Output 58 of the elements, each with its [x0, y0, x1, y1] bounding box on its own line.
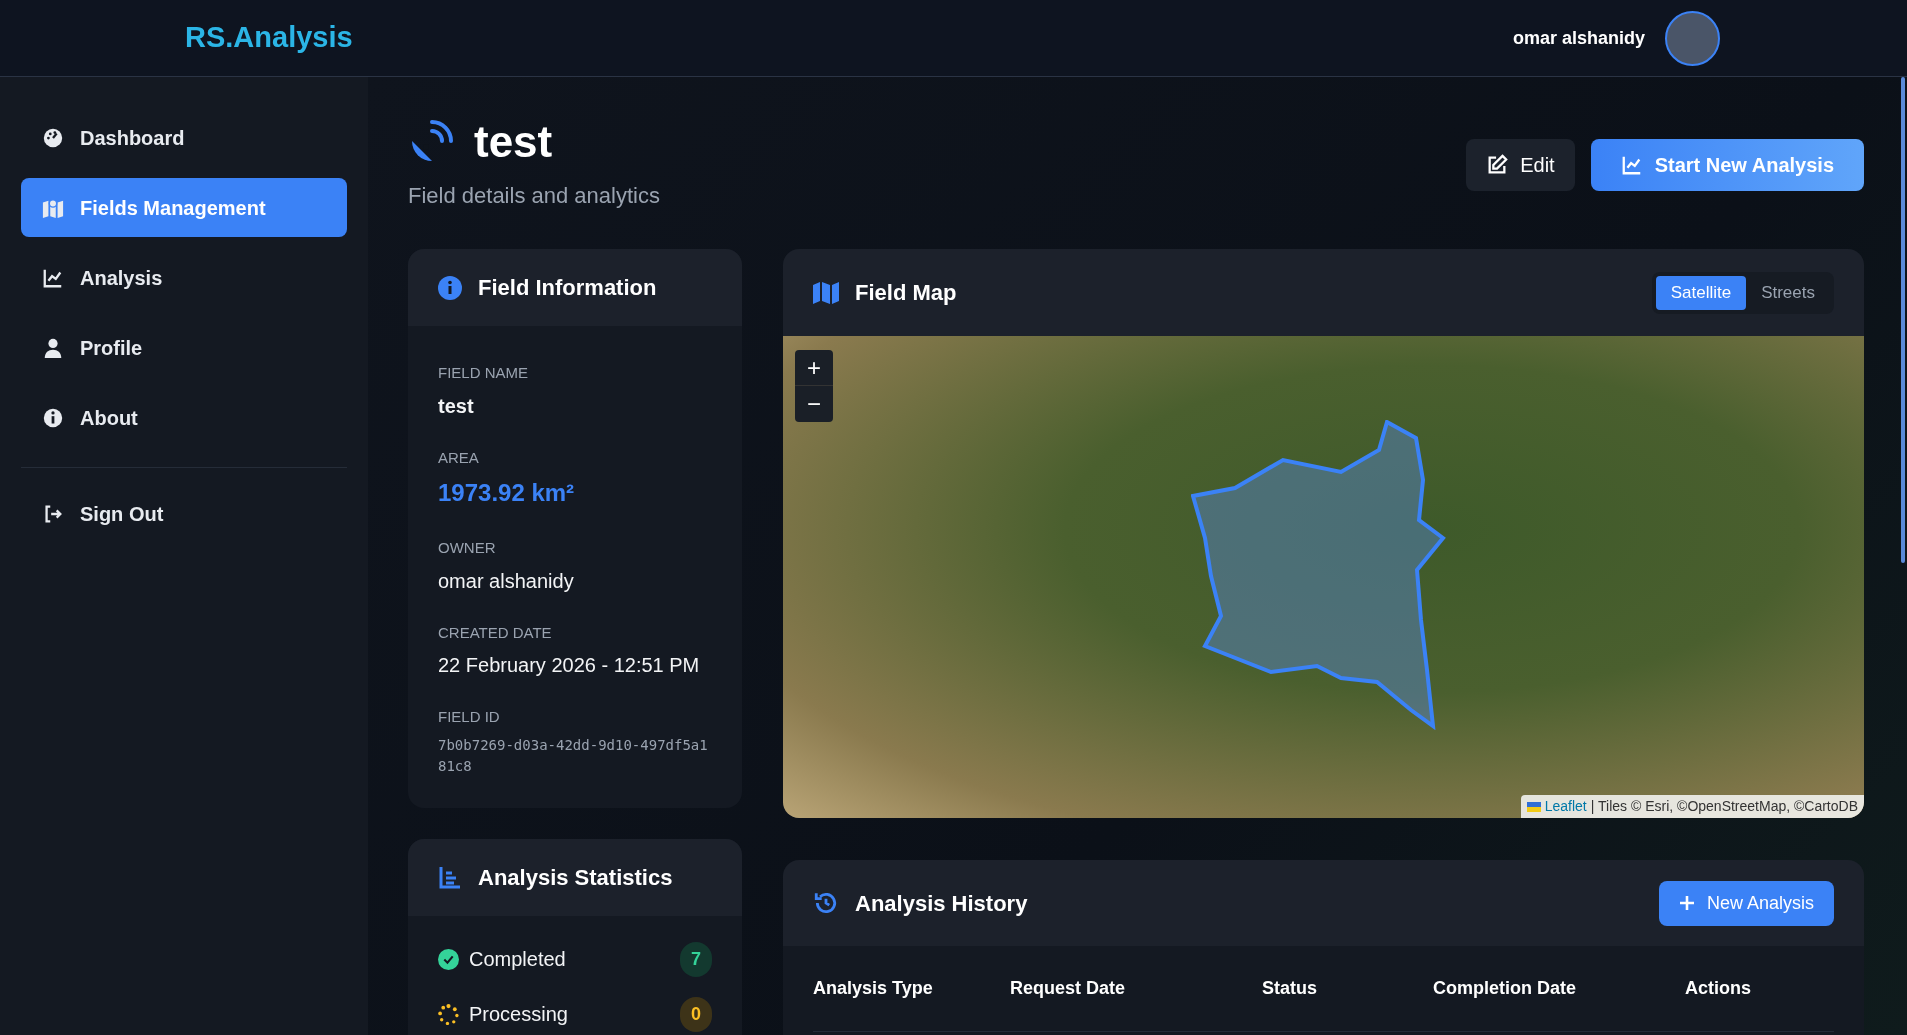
- user-name: omar alshanidy: [1512, 26, 1645, 50]
- field-value: 22 February 2026 - 12:51 PM: [438, 653, 701, 678]
- sign-out-link[interactable]: Sign Out: [21, 488, 347, 540]
- column-header: Analysis Type: [813, 977, 934, 1000]
- field-label: CREATED DATE: [438, 622, 553, 643]
- satellite-map[interactable]: + − Leaflet | Tiles © Esri, ©OpenStreetMap, ©CartoDB: [783, 336, 1864, 818]
- edit-icon: [1486, 154, 1509, 176]
- attribution-text: | Tiles © Esri, ©OpenStreetMap, ©CartoDB: [1590, 797, 1858, 816]
- bar-list-icon: [438, 865, 462, 890]
- sidebar-item[interactable]: Dashboard: [21, 108, 347, 167]
- history-icon: [813, 890, 839, 916]
- flag-icon: [1526, 801, 1541, 812]
- layer-tab[interactable]: Streets: [1746, 275, 1830, 310]
- column-header: Status: [1262, 977, 1318, 1000]
- column-header: Actions: [1685, 977, 1752, 1000]
- card-title: Field Information: [478, 274, 657, 302]
- scrollbar-thumb[interactable]: [1901, 77, 1905, 563]
- zoom-in-button[interactable]: +: [795, 350, 833, 386]
- status-label: Completed: [469, 947, 566, 973]
- check-circle-icon: [438, 948, 459, 970]
- chart-icon: [1620, 154, 1643, 176]
- field-label: OWNER: [438, 538, 497, 558]
- spinner-icon: [438, 1003, 459, 1025]
- column-header: Request Date: [1010, 977, 1127, 1000]
- page-subtitle: Field details and analytics: [408, 182, 660, 210]
- sidebar-item[interactable]: Fields Management: [21, 178, 347, 237]
- layer-tab[interactable]: Satellite: [1655, 275, 1747, 310]
- plus-icon: [1678, 895, 1695, 911]
- logo[interactable]: RS.Analysis: [185, 16, 353, 60]
- info-icon: [438, 275, 462, 300]
- sign-out-icon: [42, 503, 64, 525]
- field-label: FIELD ID: [438, 707, 501, 727]
- sidebar-item[interactable]: Profile: [21, 318, 347, 377]
- status-label: Processing: [469, 1002, 568, 1028]
- new-analysis-button[interactable]: New Analysis: [1658, 880, 1834, 926]
- card-title: Analysis History: [855, 889, 1028, 918]
- column-header: Completion Date: [1433, 977, 1577, 1000]
- edit-button[interactable]: Edit: [1466, 139, 1575, 191]
- field-value: 7b0b7269-d03a-42dd-9d10-497df5a181c8: [438, 735, 709, 777]
- count-badge: 0: [680, 996, 712, 1032]
- gauge-icon: [42, 126, 64, 149]
- leaflet-link[interactable]: Leaflet: [1544, 796, 1587, 817]
- avatar[interactable]: [1665, 10, 1720, 66]
- count-badge: 7: [680, 941, 712, 977]
- page-title: test: [474, 120, 553, 164]
- sidebar-item[interactable]: Analysis: [21, 248, 347, 307]
- field-value: 1973.92 km²: [438, 478, 576, 508]
- field-value: test: [438, 393, 475, 419]
- field-label: AREA: [438, 447, 480, 468]
- field-value: omar alshanidy: [438, 568, 575, 594]
- field-label: FIELD NAME: [438, 363, 529, 383]
- info-icon: [42, 406, 64, 429]
- zoom-out-button[interactable]: −: [795, 386, 833, 422]
- user-icon: [42, 336, 64, 359]
- card-title: Field Map: [855, 279, 957, 307]
- card-title: Analysis Statistics: [478, 863, 673, 892]
- sidebar-item[interactable]: About: [21, 388, 347, 447]
- map-icon: [813, 281, 839, 304]
